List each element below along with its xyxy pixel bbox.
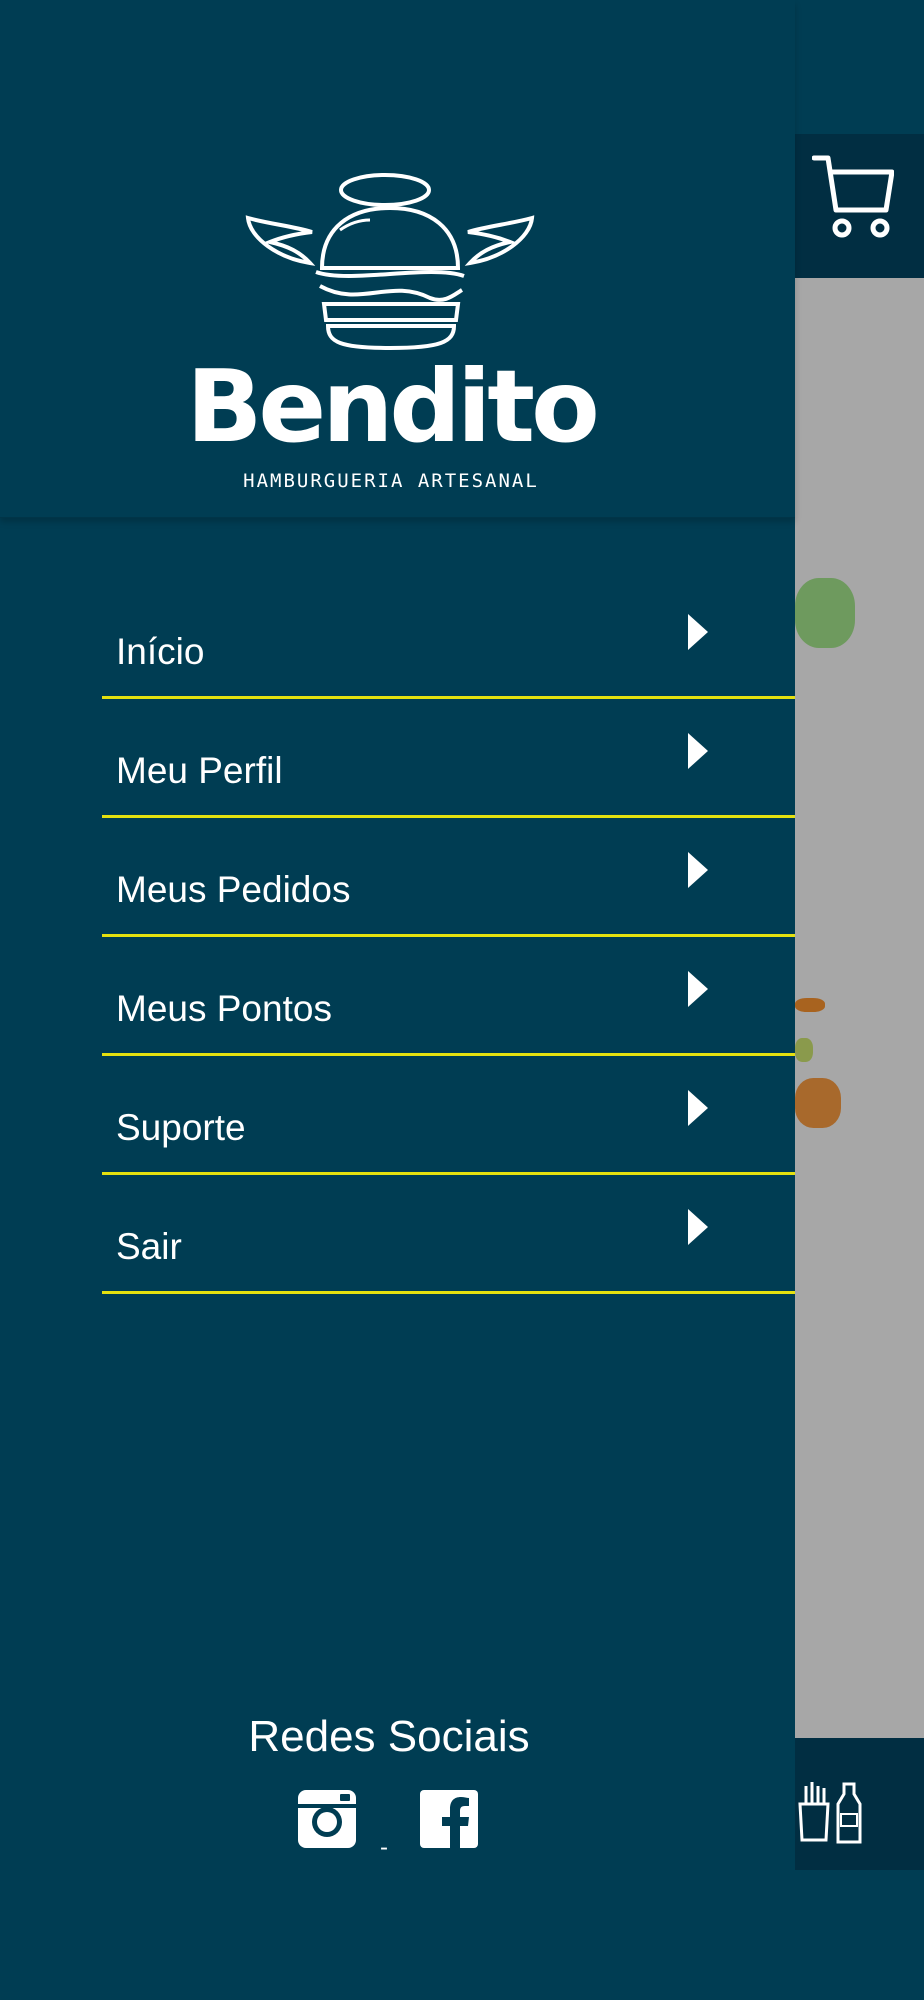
chevron-right-icon <box>688 1090 708 1126</box>
menu-item-meus-pedidos[interactable]: Meus Pedidos <box>102 818 795 937</box>
social-separator: - <box>380 1834 388 1861</box>
chevron-right-icon <box>688 852 708 888</box>
instagram-icon[interactable] <box>298 1790 356 1848</box>
menu-item-inicio[interactable]: Início <box>102 580 795 699</box>
chevron-right-icon <box>688 733 708 769</box>
menu-item-label: Meu Perfil <box>116 750 283 791</box>
menu-item-label: Meus Pontos <box>116 988 332 1029</box>
menu-item-label: Sair <box>116 1226 182 1267</box>
menu-item-sair[interactable]: Sair <box>102 1175 795 1294</box>
chevron-right-icon <box>688 1209 708 1245</box>
drawer-header: Bendito HAMBURGUERIA ARTESANAL <box>0 0 795 518</box>
menu-item-meus-pontos[interactable]: Meus Pontos <box>102 937 795 1056</box>
cart-icon[interactable] <box>812 152 894 244</box>
menu-item-label: Suporte <box>116 1107 246 1148</box>
menu-item-meu-perfil[interactable]: Meu Perfil <box>102 699 795 818</box>
brand-tagline: HAMBURGUERIA ARTESANAL <box>243 470 539 492</box>
drawer-menu: Início Meu Perfil Meus Pedidos Meus Pont… <box>102 580 795 1294</box>
chevron-right-icon <box>688 971 708 1007</box>
fries-drink-icon[interactable] <box>796 1780 872 1846</box>
social-links: - <box>298 1790 498 1860</box>
chevron-right-icon <box>688 614 708 650</box>
navigation-drawer: Bendito HAMBURGUERIA ARTESANAL Início Me… <box>0 0 795 2000</box>
app-content-dimmed <box>795 278 924 1738</box>
social-title: Redes Sociais <box>248 1712 530 1761</box>
winged-burger-halo-icon <box>245 173 535 351</box>
facebook-icon[interactable] <box>420 1790 478 1848</box>
menu-item-label: Início <box>116 631 205 672</box>
menu-item-suporte[interactable]: Suporte <box>102 1056 795 1175</box>
menu-item-label: Meus Pedidos <box>116 869 351 910</box>
brand-name: Bendito <box>186 348 600 465</box>
